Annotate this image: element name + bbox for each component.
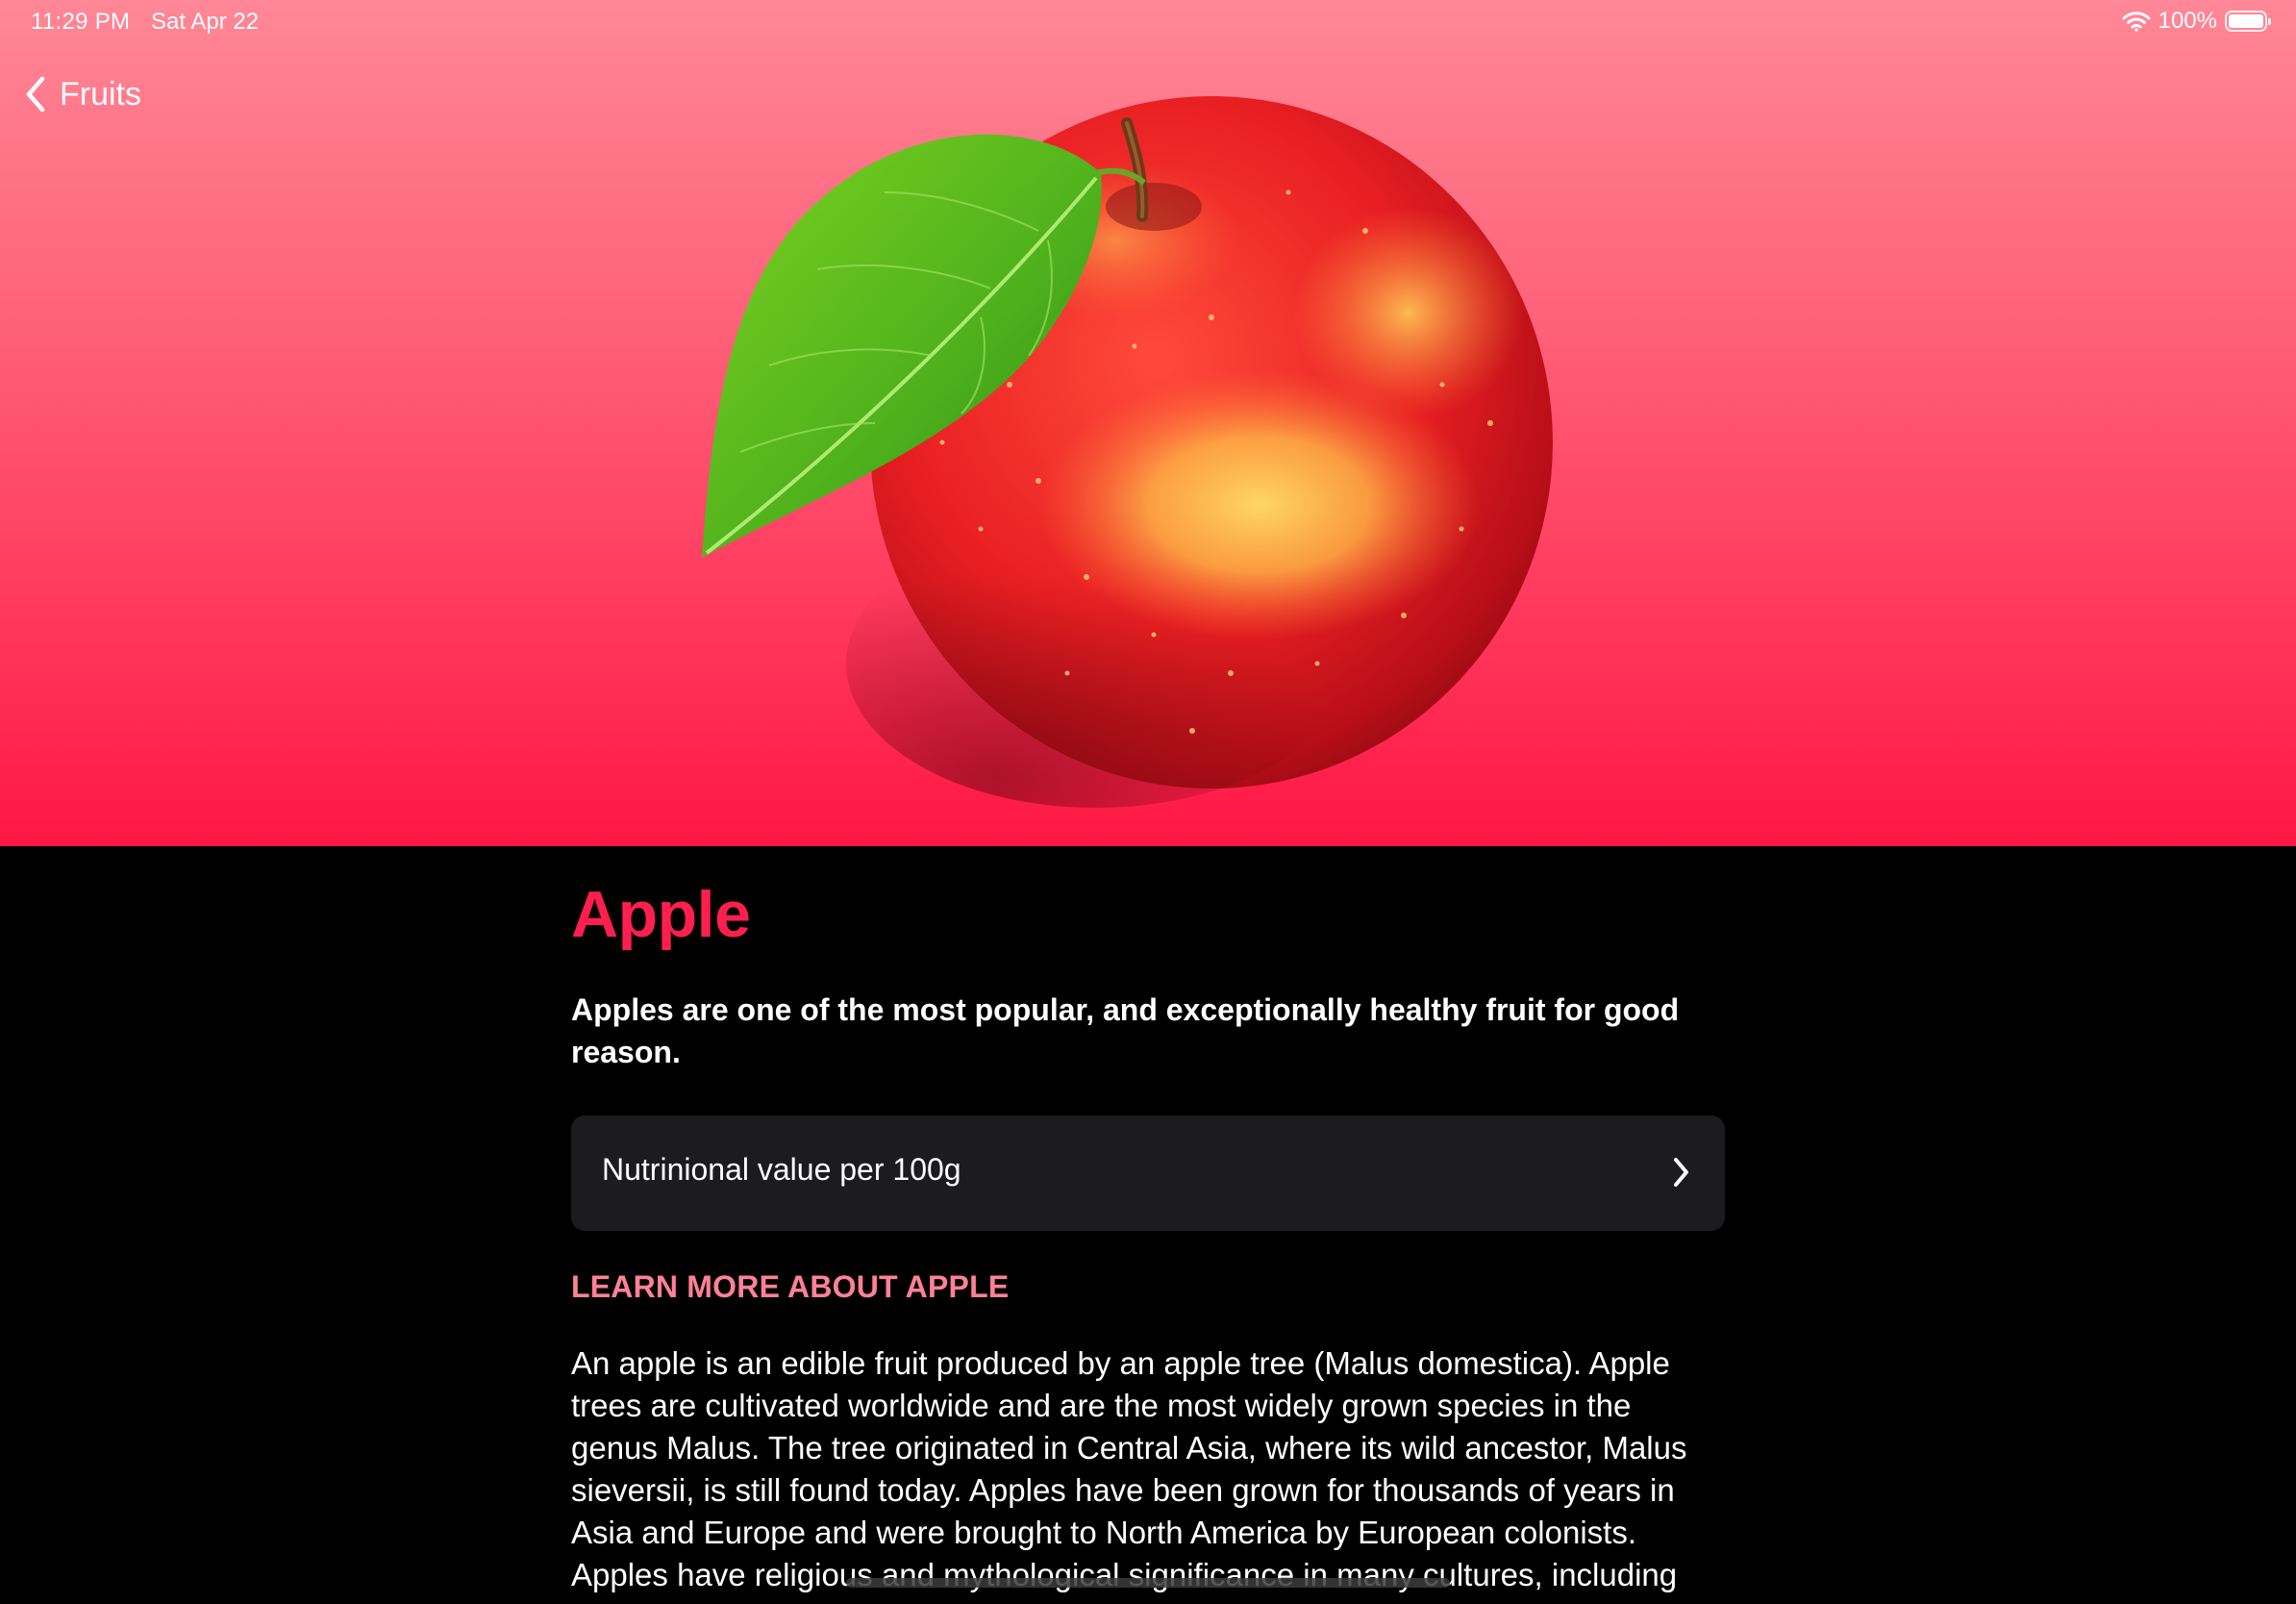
fruit-headline: Apples are one of the most popular, and … — [571, 992, 1680, 1069]
page-title: Apple — [571, 878, 751, 951]
wifi-icon — [2122, 12, 2151, 32]
battery-percentage: 100% — [2158, 8, 2217, 34]
back-button-label: Fruits — [60, 75, 141, 113]
battery-icon — [2225, 11, 2271, 32]
status-date: Sat Apr 22 — [151, 9, 260, 35]
hero-header: 11:29 PM Sat Apr 22 100% Fruits — [0, 0, 2296, 846]
back-button[interactable]: Fruits — [23, 71, 141, 117]
chevron-right-icon — [1674, 1158, 1688, 1187]
battery-level — [2229, 14, 2263, 28]
fruit-description: An apple is an edible fruit produced by … — [571, 1345, 1687, 1592]
home-indicator[interactable] — [846, 1578, 1450, 1588]
fruit-detail-screen: 11:29 PM Sat Apr 22 100% Fruits Apple Ap… — [0, 0, 2296, 1604]
nutrition-row-label: Nutrinional value per 100g — [602, 1152, 961, 1187]
nutrition-row[interactable]: Nutrinional value per 100g — [571, 1115, 1725, 1231]
learn-more-header: LEARN MORE ABOUT APPLE — [571, 1269, 1010, 1304]
status-indicators: 100% — [2122, 8, 2271, 35]
status-time: 11:29 PM — [31, 9, 131, 35]
apple-image — [702, 96, 1553, 808]
chevron-left-icon — [26, 76, 45, 113]
status-bar: 11:29 PM Sat Apr 22 100% — [0, 0, 2296, 46]
